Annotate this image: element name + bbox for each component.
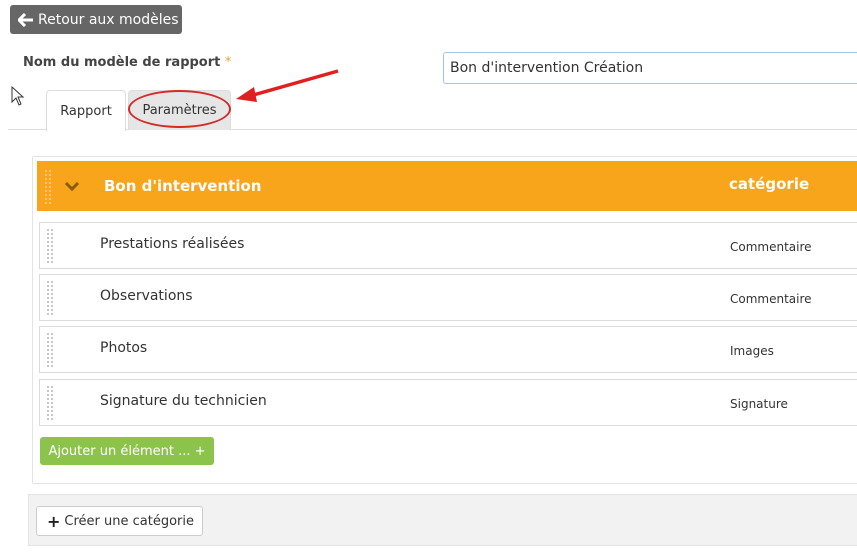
category-header: Bon d'intervention catégorie — [37, 161, 857, 211]
template-name-input[interactable] — [443, 52, 857, 84]
required-mark: * — [224, 55, 232, 70]
list-item: Signature du technicien Signature — [39, 379, 857, 426]
plus-icon: + — [47, 511, 61, 531]
arrow-left-icon — [18, 12, 34, 27]
item-label: Prestations réalisées — [100, 236, 245, 252]
drag-handle-icon[interactable] — [47, 386, 53, 424]
item-label: Photos — [100, 340, 148, 356]
template-name-label-text: Nom du modèle de rapport — [23, 55, 221, 70]
item-category: Commentaire — [730, 292, 812, 306]
add-element-button[interactable]: Ajouter un élément ... + — [40, 437, 214, 465]
chevron-down-icon[interactable] — [64, 179, 80, 197]
category-column-header: catégorie — [729, 175, 810, 193]
red-arrow-icon — [236, 69, 339, 102]
item-category: Signature — [730, 397, 788, 411]
category-title: Bon d'intervention — [104, 177, 262, 195]
drag-handle-icon[interactable] — [44, 169, 52, 209]
drag-handle-icon[interactable] — [47, 281, 53, 319]
list-item: Observations Commentaire — [39, 274, 857, 321]
template-name-label: Nom du modèle de rapport * — [23, 55, 231, 70]
back-button-label: Retour aux modèles — [38, 11, 179, 28]
back-to-templates-button[interactable]: Retour aux modèles — [10, 5, 182, 34]
list-item: Prestations réalisées Commentaire — [39, 222, 857, 269]
drag-handle-icon[interactable] — [47, 333, 53, 371]
create-category-button[interactable]: + Créer une catégorie — [36, 506, 203, 536]
tab-parametres-label: Paramètres — [142, 103, 217, 118]
tab-rapport[interactable]: Rapport — [46, 90, 126, 131]
add-element-label: Ajouter un élément ... + — [48, 443, 206, 459]
list-item: Photos Images — [39, 326, 857, 373]
item-label: Observations — [100, 288, 193, 304]
item-category: Images — [730, 344, 774, 358]
tab-parametres[interactable]: Paramètres — [128, 90, 231, 130]
drag-handle-icon[interactable] — [47, 229, 53, 267]
tab-rapport-label: Rapport — [60, 103, 112, 119]
item-category: Commentaire — [730, 240, 812, 254]
create-category-label: Créer une catégorie — [64, 513, 194, 529]
item-label: Signature du technicien — [100, 393, 267, 409]
mouse-cursor-icon — [11, 85, 25, 110]
